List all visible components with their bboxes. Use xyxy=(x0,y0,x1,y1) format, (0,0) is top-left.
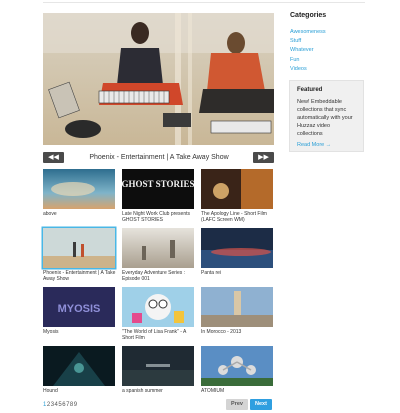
next-page-button[interactable]: Next xyxy=(250,399,272,410)
page-link[interactable]: 3 xyxy=(51,402,54,408)
video-caption[interactable]: ATOMIUM xyxy=(201,388,277,394)
video-caption[interactable]: The Apology Line - Short Film (LAFC Scre… xyxy=(201,211,277,223)
video-caption[interactable]: Everyday Adventure Series : Episode 001 xyxy=(122,270,198,282)
prev-page-button[interactable]: Prev xyxy=(226,399,248,410)
video-caption[interactable]: "The World of Lisa Frank" - A Short Film xyxy=(122,329,198,341)
video-caption[interactable]: Hound xyxy=(43,388,119,394)
top-divider xyxy=(43,2,365,3)
video-thumbnail[interactable]: GHOST STORIES xyxy=(122,169,194,209)
page-link[interactable]: 9 xyxy=(74,402,77,408)
featured-title: Featured xyxy=(297,87,323,93)
featured-body: New! Embeddable collections that sync au… xyxy=(297,99,353,137)
category-link-whatever[interactable]: Whatever xyxy=(290,47,314,53)
categories-heading: Categories xyxy=(290,12,327,19)
video-caption[interactable]: In Morocco - 2013 xyxy=(201,329,277,335)
video-thumbnail[interactable] xyxy=(122,228,194,268)
video-caption[interactable]: above xyxy=(43,211,119,217)
page-link[interactable]: 2 xyxy=(47,402,50,408)
previous-video-button[interactable]: ◀◀ xyxy=(43,152,64,163)
rewind-icon: ◀◀ xyxy=(48,154,59,161)
page-link[interactable]: 8 xyxy=(70,402,73,408)
video-thumbnail[interactable] xyxy=(43,169,115,209)
video-thumbnail[interactable] xyxy=(122,287,194,327)
pagination: 123456789 xyxy=(43,401,78,409)
category-link-fun[interactable]: Fun xyxy=(290,57,299,63)
video-thumbnail[interactable] xyxy=(201,346,273,386)
read-more-link[interactable]: Read More → xyxy=(297,142,356,148)
video-caption[interactable]: Late Night Work Club presents GHOST STOR… xyxy=(122,211,198,223)
video-caption[interactable]: Myosis xyxy=(43,329,119,335)
page-link[interactable]: 7 xyxy=(66,402,69,408)
video-caption[interactable]: Phoenix - Entertainment | A Take Away Sh… xyxy=(43,270,119,282)
video-frame xyxy=(43,13,274,145)
category-link-videos[interactable]: Videos xyxy=(290,66,307,72)
next-video-button[interactable]: ▶▶ xyxy=(253,152,274,163)
video-caption[interactable]: Panta rei xyxy=(201,270,277,276)
category-link-stuff[interactable]: Stuff xyxy=(290,38,301,44)
video-thumbnail-selected[interactable] xyxy=(43,228,115,268)
video-thumbnail[interactable] xyxy=(122,346,194,386)
video-thumbnail[interactable] xyxy=(201,228,273,268)
video-thumbnail[interactable] xyxy=(201,169,273,209)
category-link-awesomeness[interactable]: Awesomeness xyxy=(290,29,326,35)
video-caption[interactable]: a spanish summer xyxy=(122,388,198,394)
video-thumbnail[interactable] xyxy=(201,287,273,327)
featured-box: Featured New! Embeddable collections tha… xyxy=(289,80,364,152)
page-link-current[interactable]: 1 xyxy=(43,402,46,408)
video-thumbnail[interactable] xyxy=(43,346,115,386)
thumbnail-overlay-text: MYOSIS xyxy=(58,303,101,315)
video-thumbnail[interactable]: MYOSIS xyxy=(43,287,115,327)
fast-forward-icon: ▶▶ xyxy=(258,154,269,161)
video-player[interactable] xyxy=(43,13,274,145)
thumbnail-overlay-text: GHOST STORIES xyxy=(122,179,194,189)
now-playing-title: Phoenix - Entertainment | A Take Away Sh… xyxy=(89,154,229,161)
